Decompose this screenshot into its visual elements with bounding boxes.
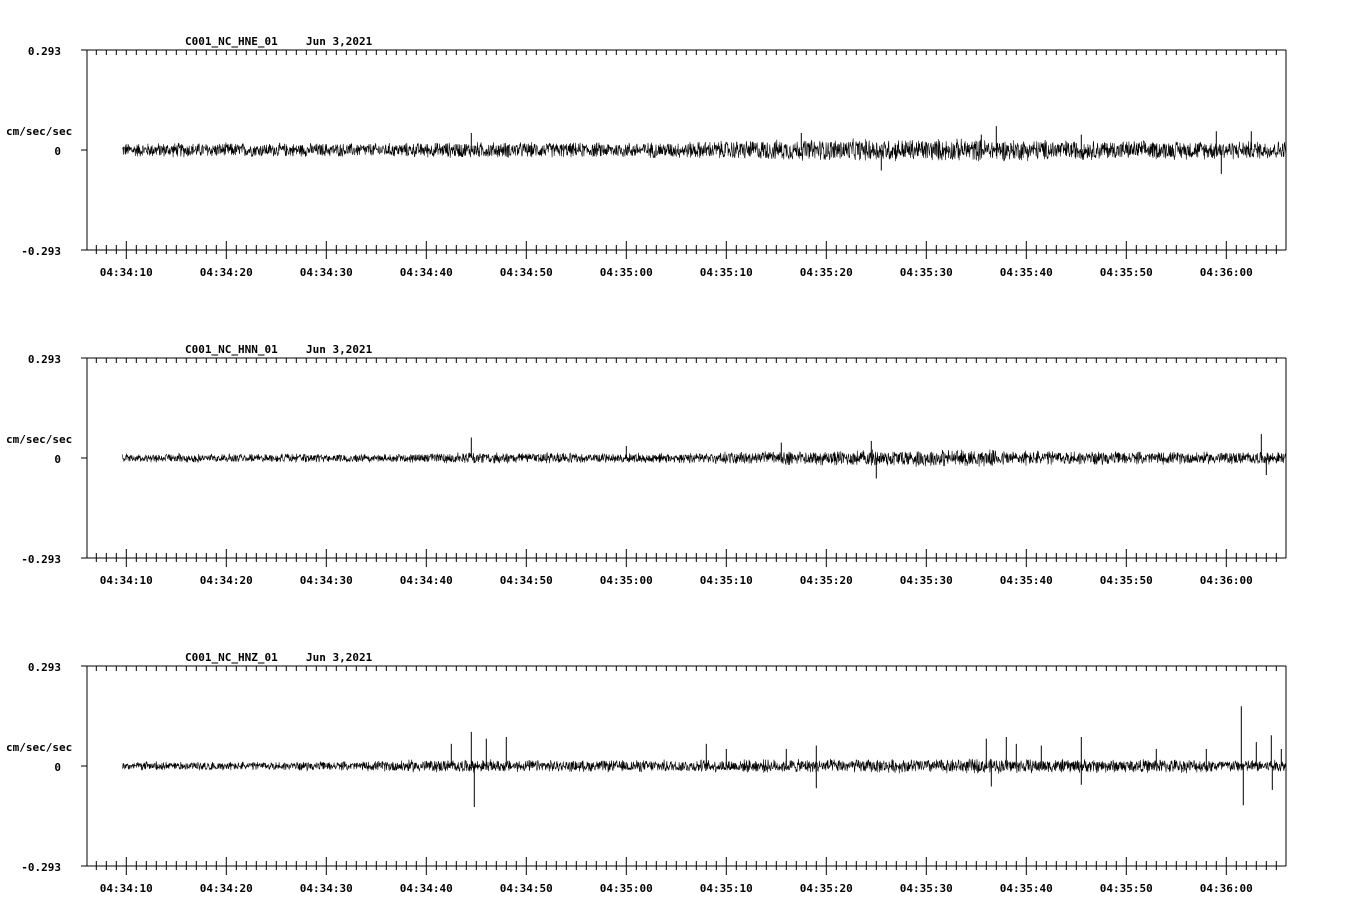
y-axis-label: cm/sec/sec (6, 125, 72, 138)
panel-date: Jun 3,2021 (306, 35, 373, 48)
x-tick-label: 04:35:40 (1000, 882, 1053, 895)
x-tick-label: 04:35:40 (1000, 574, 1053, 587)
x-tick-label: 04:36:00 (1200, 266, 1253, 279)
y-tick-top: 0.293 (28, 45, 61, 58)
x-tick-label: 04:35:50 (1100, 574, 1153, 587)
x-tick-label: 04:34:10 (100, 574, 153, 587)
x-tick-label: 04:34:50 (500, 574, 553, 587)
x-tick-label: 04:35:40 (1000, 266, 1053, 279)
y-axis-label: cm/sec/sec (6, 741, 72, 754)
x-tick-label: 04:35:20 (800, 574, 853, 587)
x-tick-label: 04:34:30 (300, 266, 353, 279)
x-tick-label: 04:34:10 (100, 882, 153, 895)
x-tick-label: 04:35:00 (600, 266, 653, 279)
x-tick-label: 04:35:00 (600, 574, 653, 587)
x-tick-label: 04:35:30 (900, 882, 953, 895)
x-tick-label: 04:35:10 (700, 574, 753, 587)
y-tick-zero: 0 (54, 761, 61, 774)
x-tick-label: 04:34:40 (400, 882, 453, 895)
y-tick-zero: 0 (54, 145, 61, 158)
x-axis-labels: 04:34:10 04:34:20 04:34:30 04:34:40 04:34:50… (100, 882, 1253, 895)
waveform-trace (122, 138, 1287, 162)
x-tick-label: 04:35:10 (700, 882, 753, 895)
panel-channel-title: C001_NC_HNN_01 (185, 343, 278, 356)
panel-hne: C001_NC_HNE_01 Jun 3,2021 cm/sec/sec 0.2… (6, 35, 1287, 279)
y-tick-zero: 0 (54, 453, 61, 466)
x-tick-label: 04:34:50 (500, 882, 553, 895)
x-tick-label: 04:34:30 (300, 574, 353, 587)
y-tick-bottom: -0.293 (21, 553, 61, 566)
panel-hnz: C001_NC_HNZ_01 Jun 3,2021 cm/sec/sec 0.2… (6, 651, 1287, 895)
x-tick-label: 04:34:30 (300, 882, 353, 895)
y-axis-label: cm/sec/sec (6, 433, 72, 446)
x-tick-label: 04:34:40 (400, 266, 453, 279)
y-tick-bottom: -0.293 (21, 245, 61, 258)
x-axis-labels: 04:34:10 04:34:20 04:34:30 04:34:40 04:34:50… (100, 266, 1253, 279)
x-tick-label: 04:36:00 (1200, 882, 1253, 895)
waveform-trace (122, 449, 1287, 467)
panel-date: Jun 3,2021 (306, 651, 373, 664)
x-tick-label: 04:35:20 (800, 266, 853, 279)
x-tick-label: 04:35:10 (700, 266, 753, 279)
y-tick-top: 0.293 (28, 353, 61, 366)
x-tick-label: 04:35:50 (1100, 266, 1153, 279)
x-tick-label: 04:34:20 (200, 266, 253, 279)
x-axis-ticks (95, 666, 1277, 875)
x-axis-ticks (95, 358, 1277, 567)
panel-hnn: C001_NC_HNN_01 Jun 3,2021 cm/sec/sec 0.2… (6, 343, 1287, 587)
x-tick-label: 04:35:20 (800, 882, 853, 895)
x-tick-label: 04:34:10 (100, 266, 153, 279)
y-tick-bottom: -0.293 (21, 861, 61, 874)
x-axis-labels: 04:34:10 04:34:20 04:34:30 04:34:40 04:34:50… (100, 574, 1253, 587)
x-tick-label: 04:35:00 (600, 882, 653, 895)
x-tick-label: 04:34:40 (400, 574, 453, 587)
x-tick-label: 04:35:30 (900, 266, 953, 279)
x-tick-label: 04:34:20 (200, 574, 253, 587)
x-tick-label: 04:35:50 (1100, 882, 1153, 895)
waveform-trace (122, 758, 1287, 774)
panel-date: Jun 3,2021 (306, 343, 373, 356)
x-tick-label: 04:35:30 (900, 574, 953, 587)
x-tick-label: 04:34:50 (500, 266, 553, 279)
x-tick-label: 04:36:00 (1200, 574, 1253, 587)
panel-channel-title: C001_NC_HNE_01 (185, 35, 278, 48)
x-tick-label: 04:34:20 (200, 882, 253, 895)
y-tick-top: 0.293 (28, 661, 61, 674)
panel-channel-title: C001_NC_HNZ_01 (185, 651, 278, 664)
seismogram-figure: C001_NC_HNE_01 Jun 3,2021 cm/sec/sec 0.2… (6, 35, 1287, 895)
